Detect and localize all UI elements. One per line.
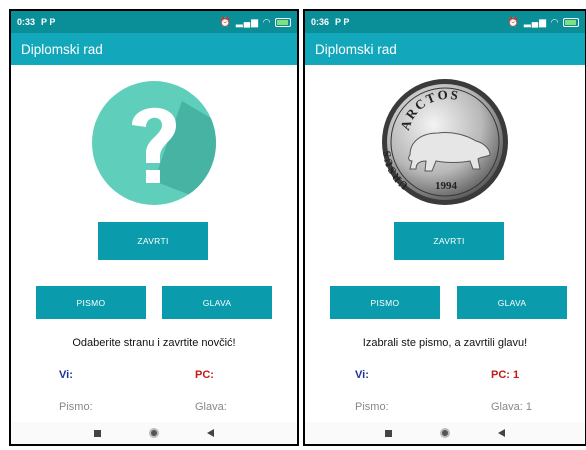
spin-button[interactable]: ZAVRTI [394,222,504,260]
status-time: 0:33 [17,17,36,27]
signal-icon: ▂▄▆ [235,16,260,27]
tails-button[interactable]: GLAVA [457,286,567,319]
back-icon[interactable] [207,429,214,437]
battery-icon [275,17,291,27]
app-bar: Diplomski rad [11,33,297,65]
player-label: Vi: [355,369,369,381]
signal-icon: ▂▄▆ [523,16,548,27]
back-icon[interactable] [498,429,505,437]
player-choice: Pismo: [59,401,93,413]
home-icon[interactable] [149,428,159,438]
wifi-icon: ◠ [263,16,271,27]
coin-year: 1994 [435,180,458,192]
status-time: 0:36 [311,17,330,27]
phone-screen-left: 0:33 P P ⏰ ▂▄▆ ◠ Diplomski rad ZAVRTI PI… [9,9,299,446]
nav-bar [11,422,297,444]
pc-choice: Glava: [195,401,227,413]
recents-icon[interactable] [94,429,101,437]
pc-choice: Glava: 1 [491,401,532,413]
wifi-icon: ◠ [551,16,559,27]
player-choice: Pismo: [355,401,389,413]
pc-label: PC: 1 [491,369,520,381]
spin-button[interactable]: ZAVRTI [98,222,208,260]
player-label: Vi: [59,369,73,381]
app-title: Diplomski rad [21,41,103,57]
battery-icon [563,17,579,27]
nav-bar [305,422,585,444]
status-bar: 0:33 P P ⏰ ▂▄▆ ◠ [11,11,297,33]
app-title: Diplomski rad [315,41,397,57]
home-icon[interactable] [440,428,450,438]
tails-button[interactable]: GLAVA [162,286,272,319]
system-icons: ⏰ ▂▄▆ ◠ [508,17,579,28]
app-screen: 0:36 P P ⏰ ▂▄▆ ◠ Diplomski rad ARCTOS UR… [305,11,585,444]
system-icons: ⏰ ▂▄▆ ◠ [220,17,291,28]
heads-button[interactable]: PISMO [330,286,440,319]
coin-image-area: ARCTOS URSUS 1994 [305,77,585,205]
alarm-icon: ⏰ [507,16,520,27]
phone-screen-right: 0:36 P P ⏰ ▂▄▆ ◠ Diplomski rad ARCTOS UR… [303,9,586,446]
app-bar: Diplomski rad [305,33,585,65]
app-screen: 0:33 P P ⏰ ▂▄▆ ◠ Diplomski rad ZAVRTI PI… [11,11,297,444]
coin-image-area [11,81,297,205]
coin-bear-icon: ARCTOS URSUS 1994 [381,79,508,205]
recents-icon[interactable] [385,429,392,437]
pc-label: PC: [195,369,214,381]
notification-icons: P P [335,17,350,27]
status-message: Izabrali ste pismo, a zavrtili glavu! [362,337,528,349]
status-message: Odaberite stranu i zavrtite novčić! [72,337,236,349]
alarm-icon: ⏰ [219,16,232,27]
status-bar: 0:36 P P ⏰ ▂▄▆ ◠ [305,11,585,33]
heads-button[interactable]: PISMO [36,286,146,319]
notification-icons: P P [41,17,56,27]
question-mark-icon [92,81,216,205]
